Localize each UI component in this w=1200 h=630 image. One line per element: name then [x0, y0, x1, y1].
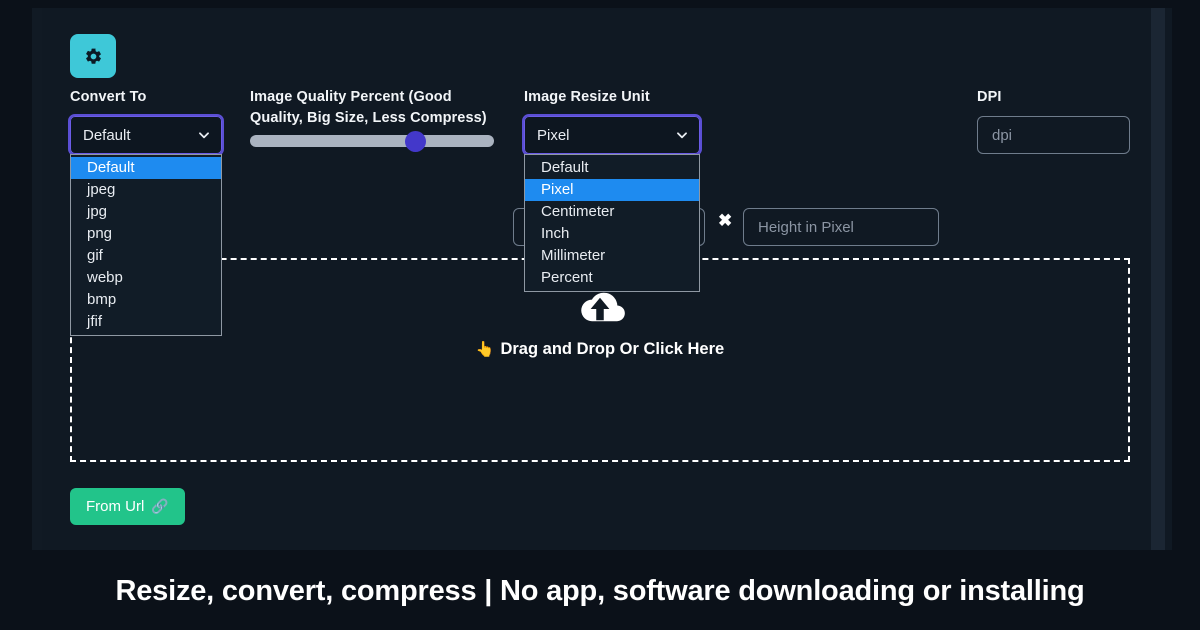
- convert-to-option[interactable]: webp: [71, 267, 221, 289]
- height-input[interactable]: [743, 208, 939, 246]
- vertical-scrollbar[interactable]: [1151, 8, 1165, 550]
- settings-button[interactable]: [70, 34, 116, 78]
- convert-to-option[interactable]: bmp: [71, 289, 221, 311]
- convert-to-option[interactable]: gif: [71, 245, 221, 267]
- image-resize-unit-options-list[interactable]: Default Pixel Centimeter Inch Millimeter Perc…: [524, 154, 700, 292]
- image-resize-unit-selected-value: Pixel: [537, 126, 570, 144]
- image-resize-unit-option[interactable]: Centimeter: [525, 201, 699, 223]
- app-screen: Convert To Default Default jpeg jpg png gif w…: [0, 0, 1200, 630]
- from-url-label: From Url: [86, 498, 145, 515]
- dimension-multiply-icon: ✖: [718, 211, 733, 230]
- image-quality-label: Image Quality Percent (Good Quality, Big…: [250, 89, 487, 126]
- pointer-up-icon: 👆: [475, 341, 495, 358]
- image-resize-unit-option[interactable]: Pixel: [525, 179, 699, 201]
- image-quality-slider[interactable]: [250, 135, 494, 147]
- cloud-upload-icon: [570, 286, 630, 332]
- convert-to-options-list[interactable]: Default jpeg jpg png gif webp bmp jfif: [70, 154, 222, 336]
- convert-to-label: Convert To: [70, 89, 147, 105]
- dropzone-text-row: 👆 Drag and Drop Or Click Here: [476, 340, 724, 359]
- image-resize-unit-option[interactable]: Percent: [525, 267, 699, 289]
- image-resize-unit-option[interactable]: Millimeter: [525, 245, 699, 267]
- chevron-down-icon: [677, 132, 687, 139]
- convert-to-option[interactable]: Default: [71, 157, 221, 179]
- convert-to-select[interactable]: Default: [68, 114, 224, 156]
- convert-to-option[interactable]: png: [71, 223, 221, 245]
- dropzone-label: Drag and Drop Or Click Here: [500, 340, 725, 358]
- image-resize-unit-option[interactable]: Inch: [525, 223, 699, 245]
- convert-to-option[interactable]: jfif: [71, 311, 221, 333]
- convert-to-option[interactable]: jpg: [71, 201, 221, 223]
- convert-to-option[interactable]: jpeg: [71, 179, 221, 201]
- dpi-label: DPI: [977, 89, 1002, 105]
- image-resize-unit-label: Image Resize Unit: [524, 89, 650, 105]
- chevron-down-icon: [199, 132, 209, 139]
- convert-to-selected-value: Default: [83, 126, 131, 144]
- from-url-button[interactable]: From Url 🔗: [70, 488, 185, 525]
- link-icon: 🔗: [151, 498, 169, 514]
- image-resize-unit-option[interactable]: Default: [525, 157, 699, 179]
- dpi-input[interactable]: [977, 116, 1130, 154]
- gear-icon: [84, 47, 103, 66]
- image-resize-unit-select[interactable]: Pixel: [522, 114, 702, 156]
- page-caption: Resize, convert, compress | No app, soft…: [0, 552, 1200, 630]
